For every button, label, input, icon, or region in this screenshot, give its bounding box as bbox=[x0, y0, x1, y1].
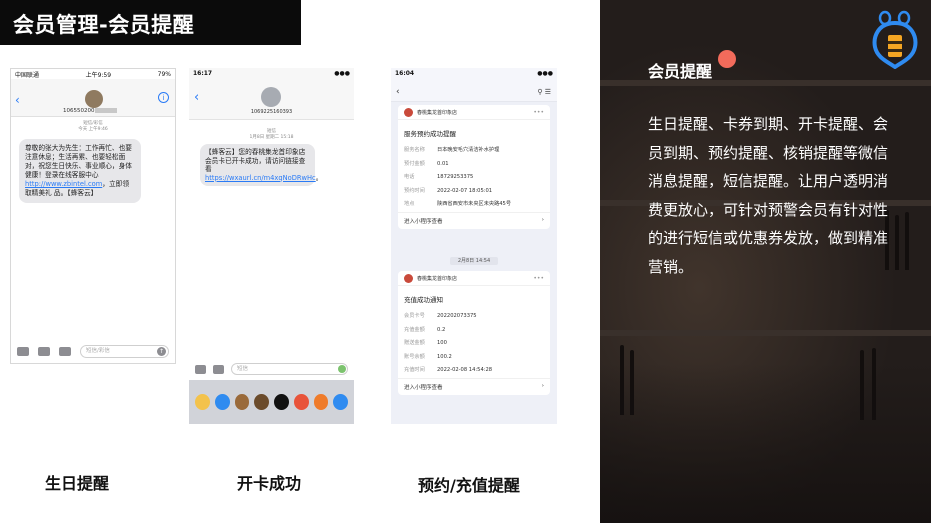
more-dots-icon[interactable]: ••• bbox=[533, 275, 544, 282]
card-row: 会员卡号 202202073375 bbox=[404, 313, 477, 319]
topup-card: 春桃集龙首印象店 ••• 充值成功通知 会员卡号 202202073375 充值金… bbox=[398, 271, 550, 395]
weibo-app-icon[interactable] bbox=[293, 394, 309, 410]
status-bar: 16:04 ●●● bbox=[391, 68, 557, 78]
card-row: 预付金额 0.01 bbox=[404, 160, 449, 167]
message-input-bar: 短信/彩信 ↑ bbox=[11, 339, 175, 363]
card-title: 服务预约成功提醒 bbox=[404, 130, 456, 138]
back-chevron-icon[interactable]: ‹ bbox=[396, 87, 400, 97]
back-chevron-icon[interactable]: ‹ bbox=[15, 93, 20, 107]
conversation-header: 16:04 ●●● ‹ ⚲ ☰ bbox=[391, 68, 557, 102]
card-row: 赠送金额 100 bbox=[404, 340, 447, 346]
caption-booking-topup: 预约/充值提醒 bbox=[418, 476, 520, 495]
message-input-bar: 短信 bbox=[189, 362, 354, 376]
conversation-header: ‹ 106550200 i bbox=[11, 79, 175, 117]
shop-row: 春桃集龙首印象店 ••• bbox=[398, 105, 550, 120]
signal-icon: ●●● bbox=[334, 69, 350, 77]
mini-program-link[interactable]: 进入小程序查看 › bbox=[398, 377, 550, 395]
avatar bbox=[261, 87, 281, 107]
time-divider: 2月8日 14:54 bbox=[391, 257, 557, 265]
caption-card-open: 开卡成功 bbox=[237, 474, 302, 493]
message-bubble: 尊敬的张大为先生：工作再忙、也要注意休息；生活再累、也要轻松面对，祝您生日快乐、… bbox=[19, 139, 141, 203]
message-meta: 短信/彩信 今天 上午9:46 bbox=[78, 121, 108, 132]
sticker-app-icon[interactable] bbox=[254, 394, 269, 410]
shop-logo-icon bbox=[404, 273, 413, 283]
card-row: 电话 18729253375 bbox=[404, 174, 474, 180]
message-bubble: 【蜂客云】您的春桃集龙首印象店会员卡已开卡成功，请访问链接查看https://w… bbox=[200, 144, 322, 186]
taobao-app-icon[interactable] bbox=[313, 394, 329, 410]
chevron-right-icon: › bbox=[541, 216, 544, 223]
appstore-icon[interactable] bbox=[59, 346, 71, 356]
accent-dot bbox=[718, 50, 736, 68]
card-row: 充值时间 2022-02-08 14:54:28 bbox=[404, 367, 493, 373]
more-dots-icon[interactable]: ••• bbox=[533, 109, 544, 116]
status-time: 16:04 bbox=[395, 69, 415, 77]
card-row: 账号余额 100.2 bbox=[404, 353, 452, 360]
shop-row: 春桃集龙首印象店 ••• bbox=[398, 271, 550, 286]
search-menu-icon[interactable]: ⚲ ☰ bbox=[537, 88, 551, 96]
app-tray bbox=[189, 380, 354, 424]
avatar bbox=[85, 90, 103, 108]
bottle-decoration bbox=[905, 212, 909, 270]
memoji-app-icon[interactable] bbox=[234, 394, 250, 410]
heart-app-icon[interactable] bbox=[274, 394, 289, 410]
carrier-text: 中国联通 bbox=[15, 71, 40, 79]
message-input[interactable]: 短信 bbox=[231, 363, 348, 375]
back-chevron-icon[interactable]: ‹ bbox=[194, 90, 199, 105]
signal-icon: ●●● bbox=[537, 69, 553, 77]
message-input[interactable]: 短信/彩信 ↑ bbox=[80, 344, 169, 358]
chevron-right-icon: › bbox=[541, 382, 544, 389]
mini-program-link[interactable]: 进入小程序查看 › bbox=[398, 211, 550, 229]
card-title: 充值成功通知 bbox=[404, 296, 443, 304]
status-time: 上午9:59 bbox=[85, 71, 112, 79]
conversation-header: 16:17 ●●● ‹ 1069225160393 bbox=[189, 68, 354, 120]
status-time: 16:17 bbox=[193, 69, 213, 77]
panel-body-text: 生日提醒、卡券到期、开卡提醒、会员到期、预约提醒、核销提醒等微信消息提醒，短信提… bbox=[648, 115, 889, 276]
camera-icon[interactable] bbox=[195, 364, 206, 374]
phone-screenshot-birthday: 中国联通 上午9:59 79% ‹ 106550200 i 短信/彩信 今天 上… bbox=[10, 68, 176, 364]
battery-text: 79% bbox=[157, 70, 171, 78]
camera-icon[interactable] bbox=[17, 346, 29, 356]
more-app-icon[interactable] bbox=[333, 394, 348, 410]
feature-description-panel: 会员提醒 生日提醒、卡券到期、开卡提醒、会员到期、预约提醒、核销提醒等微信消息提… bbox=[600, 0, 931, 523]
panel-heading: 会员提醒 bbox=[648, 62, 713, 81]
sender-number: 106550200 bbox=[63, 108, 117, 114]
message-meta: 短信 1月8日 星期二 15:18 bbox=[249, 129, 294, 140]
message-link[interactable]: http://www.zbintel.com bbox=[25, 180, 102, 188]
message-link[interactable]: https://wxaurl.cn/m4xqNoDRwHc bbox=[205, 174, 316, 182]
send-arrow-icon[interactable] bbox=[338, 365, 346, 373]
page-title: 会员管理-会员提醒 bbox=[13, 13, 195, 37]
heart-icon[interactable] bbox=[38, 346, 50, 356]
appstore-app-icon[interactable] bbox=[214, 394, 230, 410]
caption-birthday: 生日提醒 bbox=[45, 474, 110, 493]
booking-card: 春桃集龙首印象店 ••• 服务预约成功提醒 服务名称 日本晚安毛穴清洁补水护理 预… bbox=[398, 105, 550, 229]
bottom-fade bbox=[600, 363, 931, 523]
status-bar: 16:17 ●●● bbox=[189, 68, 354, 78]
card-row: 服务名称 日本晚安毛穴清洁补水护理 bbox=[404, 147, 500, 153]
send-arrow-icon[interactable]: ↑ bbox=[157, 346, 166, 356]
sender-number: 1069225160393 bbox=[250, 109, 293, 115]
photos-app-icon[interactable] bbox=[195, 394, 210, 410]
shelf-decoration bbox=[600, 330, 931, 336]
title-bar: 会员管理-会员提醒 bbox=[0, 0, 301, 45]
card-row: 充值金额 0.2 bbox=[404, 326, 446, 333]
phone-screenshot-card-open: 16:17 ●●● ‹ 1069225160393 短信 1月8日 星期二 15… bbox=[189, 68, 354, 424]
card-row: 地点 陕西省西安市未央区未央路45号 bbox=[404, 201, 512, 207]
phone-screenshot-booking-topup: 16:04 ●●● ‹ ⚲ ☰ 春桃集龙首印象店 ••• 服务预约成功提醒 服务… bbox=[391, 68, 557, 424]
bee-logo-icon bbox=[872, 10, 918, 69]
info-icon[interactable]: i bbox=[158, 92, 169, 103]
appstore-icon[interactable] bbox=[213, 364, 224, 374]
card-row: 预约时间 2022-02-07 18:05:01 bbox=[404, 187, 493, 194]
shop-logo-icon bbox=[404, 107, 413, 117]
status-bar: 中国联通 上午9:59 79% bbox=[11, 69, 175, 79]
